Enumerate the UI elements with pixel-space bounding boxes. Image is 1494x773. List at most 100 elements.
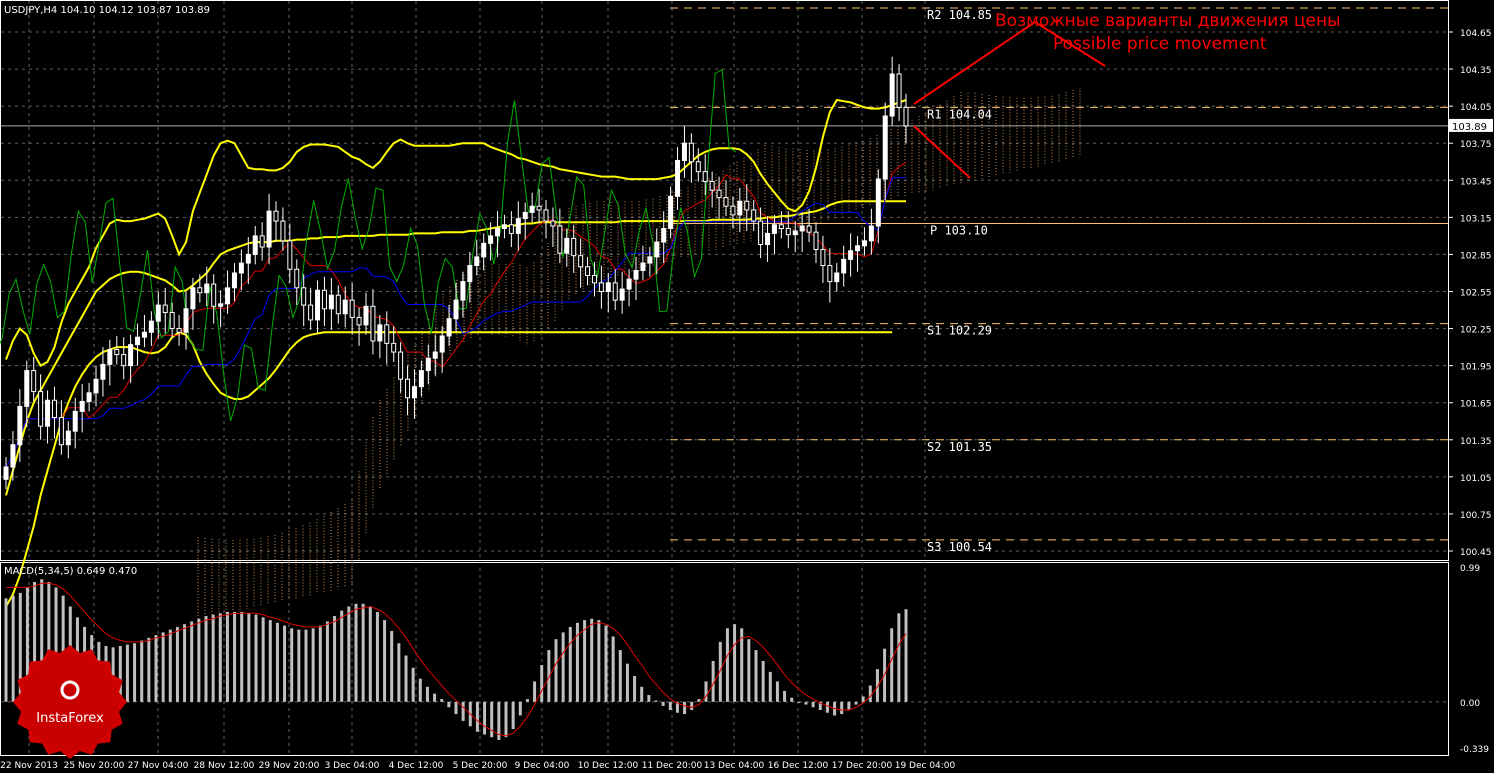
macd-bar — [375, 611, 379, 702]
y-tick-label: 100.75 — [1460, 511, 1492, 521]
macd-bar — [454, 701, 458, 715]
candle-body — [446, 318, 452, 337]
y-tick-label: 103.15 — [1460, 214, 1492, 224]
macd-bar — [847, 701, 851, 711]
candle-body — [183, 308, 189, 333]
macd-bar — [168, 629, 172, 702]
macd-bar — [275, 622, 279, 702]
macd-bar — [225, 611, 229, 702]
x-tick-label: 10 Dec 12:00 — [578, 761, 639, 771]
macd-bar — [140, 640, 144, 702]
candle-body — [86, 392, 92, 402]
macd-bar — [147, 637, 151, 702]
candle-body — [598, 282, 604, 293]
candle-body — [702, 171, 708, 183]
logo-text: InstaForex — [36, 711, 104, 726]
candle-body — [875, 178, 881, 227]
macd-bar — [525, 699, 529, 702]
macd-bar — [283, 625, 287, 702]
candle-body — [758, 220, 764, 246]
candle-body — [453, 299, 459, 320]
candle-body — [79, 400, 85, 412]
candle-body — [522, 211, 528, 220]
x-tick-label: 22 Nov 2013 — [0, 761, 58, 771]
candle-body — [3, 466, 9, 480]
candle-body — [148, 320, 154, 333]
candle-body — [280, 220, 286, 242]
candle-body — [418, 370, 424, 388]
macd-bar — [183, 624, 187, 702]
candle-body — [550, 220, 556, 227]
candle-body — [245, 253, 251, 264]
macd-bar — [311, 628, 315, 702]
x-tick-label: 9 Dec 04:00 — [515, 761, 570, 771]
macd-bar — [897, 613, 901, 702]
candle-body — [259, 235, 265, 248]
candle-body — [564, 237, 570, 254]
macd-bar — [240, 611, 244, 702]
macd-bar — [840, 701, 844, 715]
y-tick-label: 102.85 — [1460, 251, 1492, 261]
candle-body — [294, 268, 300, 289]
annotation-ru: Возможные варианты движения цены — [995, 11, 1341, 31]
candle-body — [820, 248, 826, 267]
candle-body — [612, 282, 618, 301]
candle-body — [605, 282, 611, 293]
macd-bar — [768, 671, 772, 702]
candle-body — [114, 349, 120, 356]
candle-body — [481, 242, 487, 258]
candle-body — [903, 106, 909, 127]
macd-bar — [654, 700, 658, 702]
macd-bar — [661, 701, 665, 706]
macd-bar — [368, 606, 372, 702]
y-tick-label: 100.45 — [1460, 548, 1492, 558]
macd-bar — [511, 701, 515, 730]
macd-bar — [704, 681, 708, 702]
candle-body — [668, 195, 674, 229]
symbol-header: USDJPY,H4 104.10 104.12 103.87 103.89 — [4, 5, 210, 16]
candle-body — [155, 304, 161, 322]
y-tick-label: 103.45 — [1460, 177, 1492, 187]
candle-body — [321, 289, 327, 310]
candle-body — [93, 378, 99, 394]
macd-bar — [747, 639, 751, 702]
candle-body — [135, 336, 141, 346]
macd-bar — [697, 699, 701, 702]
macd-bar — [775, 681, 779, 702]
candle-body — [792, 230, 798, 236]
macd-bar — [583, 620, 587, 702]
candle-body — [65, 430, 71, 446]
candle-body — [626, 278, 632, 290]
candle-body — [495, 227, 501, 237]
candle-body — [411, 386, 417, 399]
candle-body — [211, 283, 217, 307]
macd-bar — [361, 603, 365, 702]
candle-body — [619, 288, 625, 301]
candle-body — [730, 205, 736, 216]
candle-body — [45, 399, 51, 427]
candle-body — [197, 287, 203, 294]
candle-body — [460, 281, 466, 301]
macd-bar — [204, 616, 208, 702]
candle-body — [328, 294, 334, 310]
candle-body — [398, 351, 404, 380]
macd-bar — [683, 701, 687, 715]
macd-bar — [540, 665, 544, 702]
candle-body — [841, 258, 847, 274]
macd-bar — [404, 655, 408, 702]
candle-body — [813, 231, 819, 250]
macd-bar — [390, 631, 394, 702]
annotation-en: Possible price movement — [1053, 34, 1267, 54]
macd-bar — [254, 614, 258, 702]
candle-body — [695, 161, 701, 173]
y-tick-label: 101.95 — [1460, 363, 1492, 373]
candle-body — [100, 363, 106, 380]
macd-bar — [154, 635, 158, 702]
candle-body — [391, 342, 397, 353]
macd-bar — [433, 693, 437, 702]
candle-body — [335, 294, 341, 315]
macd-bar — [518, 701, 522, 716]
macd-bar — [554, 639, 558, 702]
candle-body — [591, 274, 597, 284]
candle-body — [744, 200, 750, 211]
